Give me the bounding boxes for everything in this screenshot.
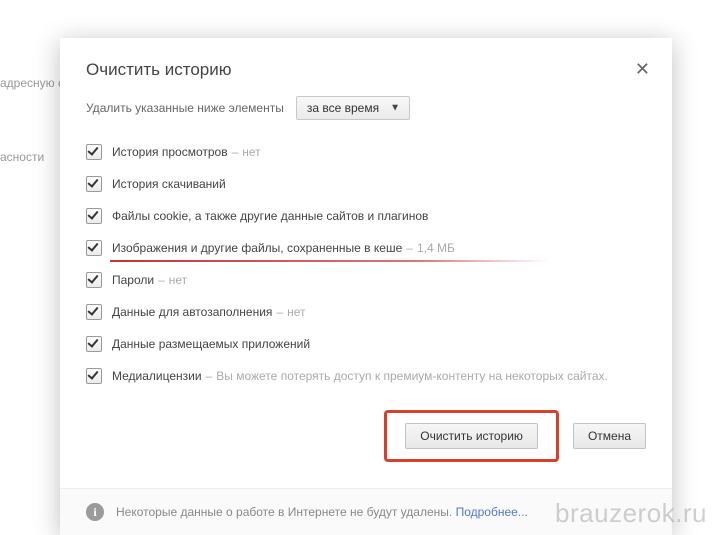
cancel-button[interactable]: Отмена bbox=[573, 423, 646, 449]
check-row: Пароли–нет bbox=[86, 264, 646, 296]
check-row-text: Данные размещаемых приложений bbox=[112, 335, 310, 353]
check-row: Данные для автозаполнения–нет bbox=[86, 296, 646, 328]
check-label: История скачиваний bbox=[112, 177, 226, 191]
clear-history-dialog: Очистить историю ✕ Удалить указанные ниж… bbox=[60, 38, 672, 535]
checklist: История просмотров–нетИстория скачиваний… bbox=[60, 134, 672, 400]
info-icon: i bbox=[86, 503, 104, 521]
time-range-select[interactable]: за все время ▼ bbox=[296, 96, 410, 120]
footer-text: Некоторые данные о работе в Интернете не… bbox=[116, 505, 452, 519]
dash: – bbox=[276, 305, 283, 319]
dash: – bbox=[158, 273, 165, 287]
check-hint: нет bbox=[169, 273, 187, 287]
checkbox[interactable] bbox=[86, 272, 102, 288]
check-row-text: История скачиваний bbox=[112, 175, 226, 193]
check-row-text: История просмотров–нет bbox=[112, 143, 261, 161]
dialog-title: Очистить историю bbox=[86, 60, 646, 80]
checkbox[interactable] bbox=[86, 208, 102, 224]
check-row-text: Медиалицензии–Вы можете потерять доступ … bbox=[112, 367, 608, 385]
dash: – bbox=[206, 369, 213, 383]
check-row-text: Файлы cookie, а также другие данные сайт… bbox=[112, 207, 428, 225]
check-label: Пароли bbox=[112, 273, 154, 287]
check-label: Данные размещаемых приложений bbox=[112, 337, 310, 351]
checkbox[interactable] bbox=[86, 304, 102, 320]
delete-label: Удалить указанные ниже элементы bbox=[86, 101, 284, 115]
check-hint: 1,4 МБ bbox=[417, 241, 455, 255]
dash: – bbox=[406, 241, 413, 255]
check-label: Данные для автозаполнения bbox=[112, 305, 272, 319]
close-icon[interactable]: ✕ bbox=[635, 60, 650, 78]
clear-history-button[interactable]: Очистить историю bbox=[405, 423, 538, 449]
time-range-row: Удалить указанные ниже элементы за все в… bbox=[60, 94, 672, 134]
check-label: Файлы cookie, а также другие данные сайт… bbox=[112, 209, 428, 223]
check-hint: нет bbox=[287, 305, 305, 319]
background-text-1: адресную с bbox=[0, 76, 64, 90]
check-label: Медиалицензии bbox=[112, 369, 202, 383]
check-row-text: Данные для автозаполнения–нет bbox=[112, 303, 306, 321]
footer-link[interactable]: Подробнее... bbox=[456, 505, 528, 519]
highlight-box: Очистить историю bbox=[384, 410, 559, 462]
check-row: Данные размещаемых приложений bbox=[86, 328, 646, 360]
check-hint: Вы можете потерять доступ к премиум-конт… bbox=[216, 369, 608, 383]
checkbox[interactable] bbox=[86, 336, 102, 352]
checkbox[interactable] bbox=[86, 368, 102, 384]
checkbox[interactable] bbox=[86, 240, 102, 256]
check-row: Файлы cookie, а также другие данные сайт… bbox=[86, 200, 646, 232]
check-hint: нет bbox=[242, 145, 260, 159]
checkbox[interactable] bbox=[86, 144, 102, 160]
checkbox[interactable] bbox=[86, 176, 102, 192]
footer-text-wrap: Некоторые данные о работе в Интернете не… bbox=[116, 505, 528, 519]
watermark: brauzerok.ru bbox=[555, 498, 707, 529]
check-row-text: Изображения и другие файлы, сохраненные … bbox=[112, 239, 455, 257]
dash: – bbox=[232, 145, 239, 159]
background-text-2: асности bbox=[0, 150, 44, 164]
red-underline bbox=[110, 260, 550, 262]
time-range-button[interactable]: за все время bbox=[296, 96, 410, 120]
check-row: История скачиваний bbox=[86, 168, 646, 200]
check-label: Изображения и другие файлы, сохраненные … bbox=[112, 241, 402, 255]
check-row: Изображения и другие файлы, сохраненные … bbox=[86, 232, 646, 264]
dialog-header: Очистить историю ✕ bbox=[60, 38, 672, 94]
check-label: История просмотров bbox=[112, 145, 228, 159]
check-row: История просмотров–нет bbox=[86, 136, 646, 168]
check-row: Медиалицензии–Вы можете потерять доступ … bbox=[86, 360, 646, 392]
check-row-text: Пароли–нет bbox=[112, 271, 187, 289]
dialog-buttons: Очистить историю Отмена bbox=[60, 400, 672, 488]
